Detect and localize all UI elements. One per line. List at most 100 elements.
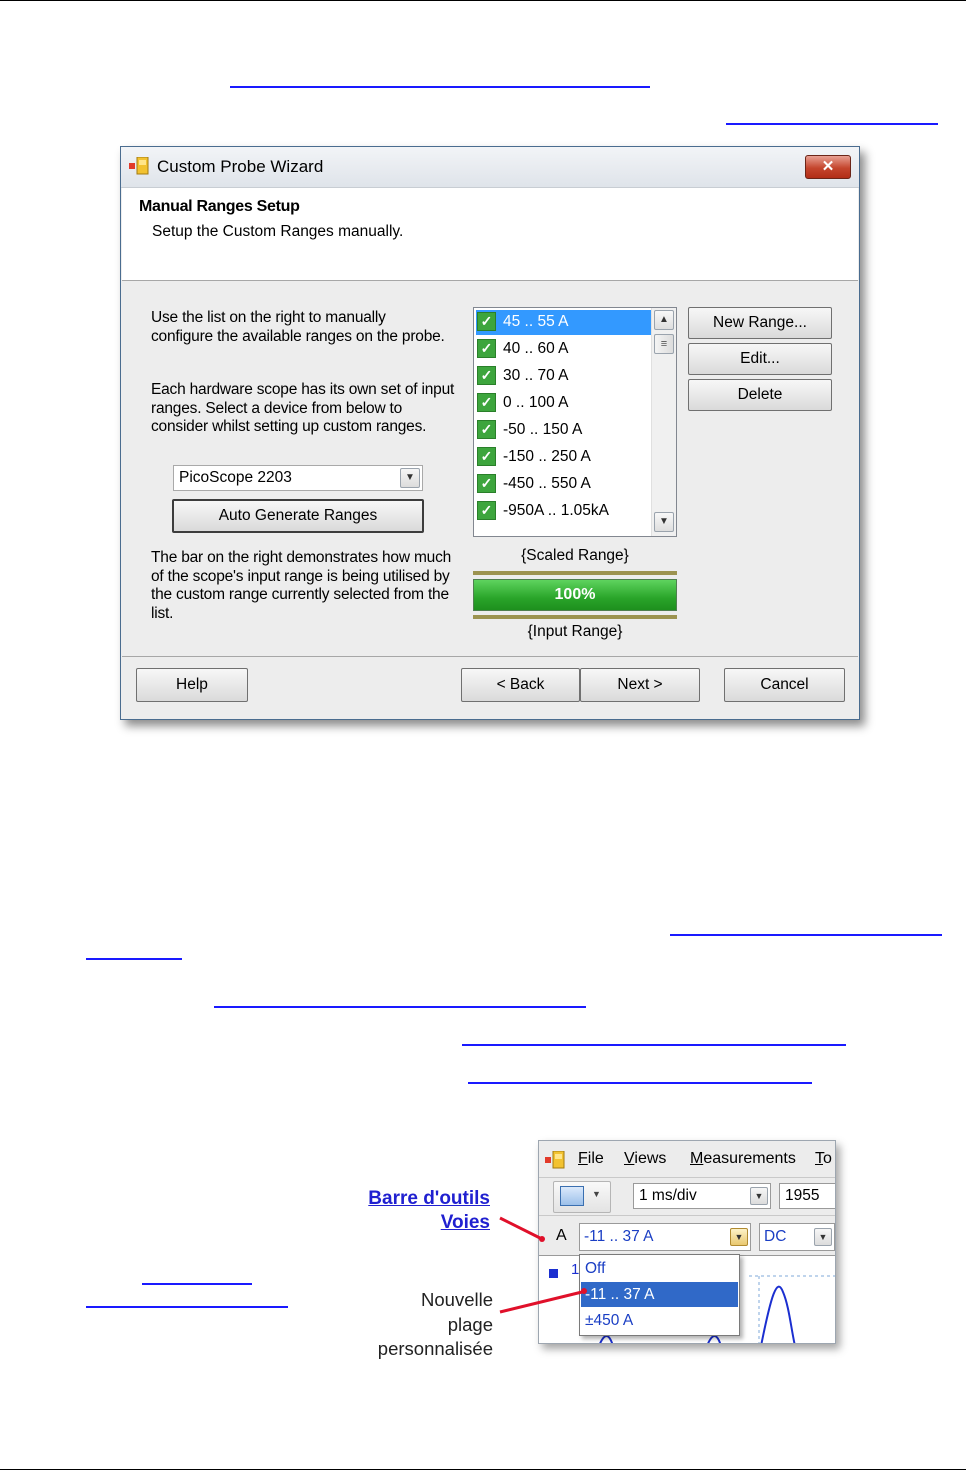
list-scrollbar[interactable]: ▲ ≡ ▼ — [651, 308, 676, 536]
range-list-item[interactable]: ✓ -450 .. 550 A — [476, 472, 652, 497]
checkbox-checked-icon[interactable]: ✓ — [477, 393, 496, 412]
range-label: 0 .. 100 A — [503, 394, 569, 411]
back-button[interactable]: < Back — [461, 668, 580, 702]
range-list-item[interactable]: ✓ 30 .. 70 A — [476, 364, 652, 389]
range-label: -50 .. 150 A — [503, 421, 583, 438]
coupling-select[interactable]: DC ▼ — [759, 1223, 835, 1251]
delete-button[interactable]: Delete — [688, 379, 832, 411]
hyperlink-underline[interactable] — [468, 1082, 812, 1084]
checkbox-checked-icon[interactable]: ✓ — [477, 447, 496, 466]
device-select-value: PicoScope 2203 — [179, 469, 292, 486]
input-range-label: {Input Range} — [527, 623, 623, 640]
arrow-to-channel-toolbar — [499, 1216, 541, 1240]
checkbox-checked-icon[interactable]: ✓ — [477, 501, 496, 520]
checkbox-checked-icon[interactable]: ✓ — [477, 366, 496, 385]
range-utilisation-bar: 100% — [473, 579, 677, 611]
instructions-text-1: Use the list on the right to manually co… — [151, 309, 445, 345]
range-label: -950A .. 1.05kA — [503, 502, 609, 519]
next-button[interactable]: Next > — [580, 668, 700, 702]
range-label: -450 .. 550 A — [503, 475, 591, 492]
capture-mode-button[interactable]: ▼ — [553, 1181, 611, 1213]
chevron-down-icon: ▼ — [592, 1189, 601, 1199]
channels-toolbar-link-line1[interactable]: Barre d'outils — [320, 1188, 490, 1210]
hyperlink-underline[interactable] — [230, 86, 650, 88]
range-label: 45 .. 55 A — [503, 313, 569, 330]
hyperlink-underline[interactable] — [86, 958, 182, 960]
channel-letter: A — [556, 1227, 567, 1244]
scroll-up-icon[interactable]: ▲ — [654, 310, 674, 330]
hyperlink-underline[interactable] — [726, 123, 938, 125]
scope-mode-icon — [560, 1186, 584, 1206]
input-range-marker — [473, 615, 677, 619]
hyperlink-underline[interactable] — [462, 1044, 846, 1046]
menu-file[interactable]: File — [578, 1150, 604, 1168]
checkbox-checked-icon[interactable]: ✓ — [477, 339, 496, 358]
hyperlink-underline[interactable] — [214, 1006, 586, 1008]
chevron-down-icon[interactable]: ▼ — [750, 1187, 768, 1205]
hyperlink-underline[interactable] — [142, 1283, 252, 1285]
coupling-value: DC — [764, 1228, 787, 1245]
range-list-item[interactable]: ✓ -150 .. 250 A — [476, 445, 652, 470]
cancel-button[interactable]: Cancel — [724, 668, 845, 702]
chevron-down-icon[interactable]: ▼ — [730, 1228, 748, 1246]
samples-value: 1955 — [785, 1187, 820, 1204]
utilisation-percent: 100% — [554, 586, 596, 603]
scroll-thumb[interactable]: ≡ — [654, 334, 674, 354]
checkbox-checked-icon[interactable]: ✓ — [477, 420, 496, 439]
range-list-item[interactable]: ✓ -50 .. 150 A — [476, 418, 652, 443]
page-top-rule — [0, 0, 966, 1]
device-select[interactable]: PicoScope 2203 ▼ — [173, 465, 423, 491]
annotation-line: Nouvelle — [421, 1289, 493, 1310]
range-list-item[interactable]: ✓ 40 .. 60 A — [476, 337, 652, 362]
custom-probe-wizard-window: Custom Probe Wizard ✕ Manual Ranges Setu… — [120, 146, 860, 720]
menu-tools[interactable]: To — [815, 1150, 832, 1168]
range-option-custom[interactable]: -11 .. 37 A — [581, 1282, 738, 1307]
picoscope-window-crop: File Views Measurements To ▼ 1 ms/div ▼ … — [538, 1140, 836, 1344]
chevron-down-icon[interactable]: ▼ — [814, 1228, 832, 1246]
toolbar-divider — [539, 1215, 835, 1216]
footer-divider — [122, 656, 858, 657]
menu-views[interactable]: Views — [624, 1150, 666, 1168]
custom-ranges-list[interactable]: ✓ 45 .. 55 A ✓ 40 .. 60 A ✓ 30 .. 70 A ✓ 0 .. 1… — [473, 307, 677, 537]
help-button[interactable]: Help — [136, 668, 248, 702]
channel-range-dropdown[interactable]: Off -11 .. 37 A ±450 A — [579, 1254, 740, 1336]
range-list-item[interactable]: ✓ 45 .. 55 A — [476, 310, 652, 335]
picoscope-app-icon — [129, 157, 149, 175]
hyperlink-underline[interactable] — [670, 934, 942, 936]
samples-field[interactable]: 1955 — [779, 1183, 835, 1209]
scaled-range-marker — [473, 571, 677, 575]
wizard-header: Manual Ranges Setup Setup the Custom Ran… — [122, 188, 858, 281]
new-range-annotation: Nouvelle plage personnalisée — [300, 1288, 493, 1362]
timebase-value: 1 ms/div — [639, 1187, 697, 1204]
channel-range-select[interactable]: -11 .. 37 A ▼ — [579, 1223, 751, 1251]
range-list-item[interactable]: ✓ -950A .. 1.05kA — [476, 499, 652, 524]
scaled-range-label: {Scaled Range} — [521, 547, 629, 564]
range-label: 40 .. 60 A — [503, 340, 569, 357]
window-title: Custom Probe Wizard — [157, 157, 324, 176]
channel-range-value: -11 .. 37 A — [584, 1228, 654, 1245]
range-label: 30 .. 70 A — [503, 367, 569, 384]
range-list-item[interactable]: ✓ 0 .. 100 A — [476, 391, 652, 416]
menu-divider — [539, 1177, 835, 1178]
picoscope-app-icon — [545, 1151, 565, 1169]
close-button[interactable]: ✕ — [805, 155, 851, 179]
edit-button[interactable]: Edit... — [688, 343, 832, 375]
range-option-off[interactable]: Off — [581, 1256, 738, 1281]
step-title: Manual Ranges Setup — [139, 198, 300, 215]
annotation-line: plage — [447, 1313, 493, 1335]
hyperlink-underline[interactable] — [86, 1306, 288, 1308]
menu-measurements[interactable]: Measurements — [690, 1150, 796, 1168]
checkbox-checked-icon[interactable]: ✓ — [477, 312, 496, 331]
annotation-line: personnalisée — [377, 1338, 493, 1359]
range-option-450a[interactable]: ±450 A — [581, 1308, 738, 1333]
range-label: -150 .. 250 A — [503, 448, 591, 465]
timebase-select[interactable]: 1 ms/div ▼ — [633, 1183, 771, 1209]
scroll-down-icon[interactable]: ▼ — [654, 512, 674, 532]
checkbox-checked-icon[interactable]: ✓ — [477, 474, 496, 493]
instructions-text-2: Each hardware scope has its own set of i… — [151, 381, 455, 435]
title-bar[interactable]: Custom Probe Wizard ✕ — [121, 147, 859, 188]
channels-toolbar-link-line2[interactable]: Voies — [320, 1212, 490, 1234]
auto-generate-ranges-button[interactable]: Auto Generate Ranges — [172, 499, 424, 533]
chevron-down-icon[interactable]: ▼ — [400, 468, 420, 488]
new-range-button[interactable]: New Range... — [688, 307, 832, 339]
